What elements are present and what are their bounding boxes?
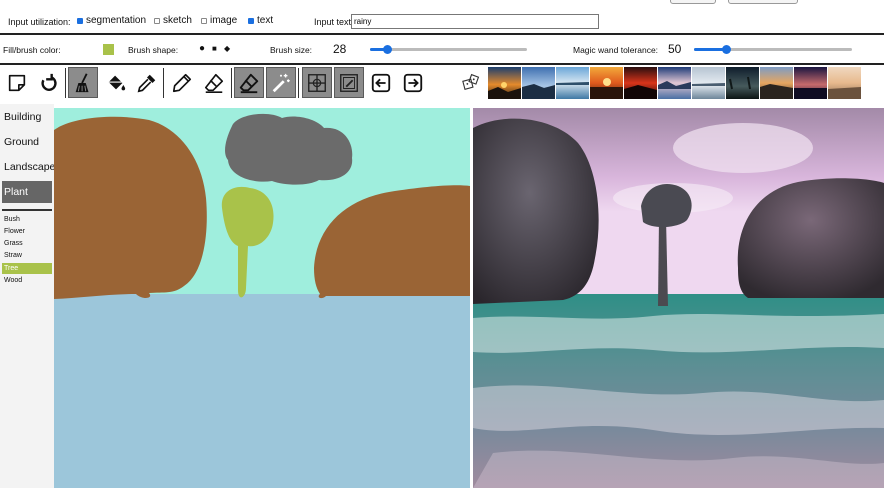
sketch-label: sketch: [163, 15, 192, 26]
preset-thumbnail[interactable]: [488, 67, 521, 99]
left-rock-region: [54, 116, 207, 299]
magic-wand-button[interactable]: [266, 67, 296, 98]
brush-controls-row: Fill/brush color: Brush shape: ● ■ ◆ Bru…: [0, 38, 884, 60]
text-checkbox[interactable]: [248, 17, 254, 24]
option-text[interactable]: text: [248, 15, 273, 26]
subcategory-wood[interactable]: Wood: [2, 275, 52, 286]
pencil-icon: [172, 73, 192, 92]
generated-image: [473, 108, 884, 488]
preset-thumbnail[interactable]: [624, 67, 657, 99]
segment-grid-icon: [308, 73, 326, 92]
preset-thumbnail[interactable]: [590, 67, 623, 99]
brush-shape-label: Brush shape:: [128, 45, 179, 55]
category-panel: Building Ground Landscape Plant Bush Flo…: [0, 104, 55, 488]
pencil-button[interactable]: [167, 67, 197, 98]
divider-1: [0, 33, 884, 35]
segment-grid-button[interactable]: [302, 67, 332, 98]
subcategory-flower[interactable]: Flower: [2, 226, 52, 237]
preset-thumbnail[interactable]: [658, 67, 691, 99]
category-separator: [2, 209, 52, 211]
eraser-button[interactable]: [234, 67, 264, 98]
category-building[interactable]: Building: [2, 106, 52, 128]
option-segmentation[interactable]: segmentation: [77, 15, 146, 26]
brush-size-value: 28: [333, 42, 347, 56]
wand-tolerance-label: Magic wand tolerance:: [573, 45, 659, 55]
preset-thumbnail[interactable]: [556, 67, 589, 99]
water-region: [54, 294, 470, 488]
option-sketch[interactable]: sketch: [154, 15, 192, 26]
random-dice-icon: [462, 73, 480, 90]
segmentation-canvas[interactable]: [54, 108, 470, 488]
preset-thumbnail[interactable]: [794, 67, 827, 99]
eraser-icon: [239, 73, 259, 93]
wand-tolerance-slider-thumb[interactable]: [721, 45, 731, 54]
top-button-2[interactable]: [728, 0, 798, 4]
preset-thumbnail[interactable]: [828, 67, 861, 99]
app-window: Input utilization: segmentation sketch i…: [0, 0, 884, 488]
magic-wand-icon: [272, 73, 290, 92]
fill-color-swatch[interactable]: [103, 44, 114, 55]
subcategory-bush[interactable]: Bush: [2, 214, 52, 225]
preset-thumbnail[interactable]: [760, 67, 793, 99]
segmentation-checkbox[interactable]: [77, 17, 83, 24]
image-label: image: [210, 15, 238, 26]
undo-button[interactable]: [33, 67, 63, 98]
toolbar: [0, 66, 884, 100]
segmentation-label: segmentation: [86, 15, 147, 26]
category-ground[interactable]: Ground: [2, 131, 52, 153]
square-shape-icon[interactable]: ■: [212, 44, 217, 53]
sketch-checkbox[interactable]: [154, 17, 160, 24]
import-right-button[interactable]: [398, 67, 428, 98]
preset-thumbnail[interactable]: [692, 67, 725, 99]
sketch-eraser-icon: [204, 73, 224, 93]
input-text-field[interactable]: [351, 14, 599, 29]
input-utilization-label: Input utilization:: [8, 17, 71, 27]
brush-button[interactable]: [68, 67, 98, 98]
paint-bucket-icon: [108, 75, 126, 90]
import-right-icon: [403, 73, 423, 92]
circle-shape-icon[interactable]: ●: [199, 43, 205, 54]
undo-icon: [41, 73, 57, 91]
toolbar-separator: [298, 68, 299, 98]
text-label: text: [257, 15, 274, 26]
sketch-eraser-button[interactable]: [199, 67, 229, 98]
image-checkbox[interactable]: [201, 17, 207, 24]
category-plant[interactable]: Plant: [2, 181, 52, 203]
top-button-1[interactable]: [670, 0, 716, 4]
paint-bucket-button[interactable]: [101, 67, 131, 98]
brush-icon: [75, 72, 89, 92]
toolbar-separator: [65, 68, 66, 98]
option-image[interactable]: image: [201, 15, 237, 26]
eyedropper-button[interactable]: [132, 67, 162, 98]
preset-thumbnail[interactable]: [522, 67, 555, 99]
subcategory-grass[interactable]: Grass: [2, 238, 52, 249]
diamond-shape-icon[interactable]: ◆: [224, 44, 230, 53]
random-dice-button[interactable]: [456, 67, 486, 98]
top-cutoff-strip: [0, 0, 884, 6]
preset-thumbnail[interactable]: [726, 67, 759, 99]
subcategory-straw[interactable]: Straw: [2, 250, 52, 261]
export-left-icon: [371, 73, 391, 92]
fill-color-label: Fill/brush color:: [3, 45, 61, 55]
new-page-button[interactable]: [2, 67, 32, 98]
eyedropper-icon: [137, 74, 156, 92]
sketch-grid-icon: [340, 73, 358, 92]
brush-size-slider-thumb[interactable]: [383, 45, 393, 54]
new-page-icon: [8, 74, 26, 91]
category-landscape[interactable]: Landscape: [2, 156, 55, 178]
toolbar-separator: [231, 68, 232, 98]
brush-size-slider[interactable]: [370, 45, 527, 54]
wand-tolerance-slider[interactable]: [694, 45, 852, 54]
input-text-label: Input text:: [314, 17, 354, 27]
input-utilization-row: Input utilization: segmentation sketch i…: [0, 12, 884, 32]
export-left-button[interactable]: [366, 67, 396, 98]
subcategory-tree[interactable]: Tree: [2, 263, 52, 274]
wand-tolerance-slider-fill: [694, 48, 726, 51]
brush-size-label: Brush size:: [270, 45, 313, 55]
sketch-grid-button[interactable]: [334, 67, 364, 98]
wand-tolerance-value: 50: [668, 42, 682, 56]
toolbar-separator: [163, 68, 164, 98]
divider-2: [0, 63, 884, 65]
